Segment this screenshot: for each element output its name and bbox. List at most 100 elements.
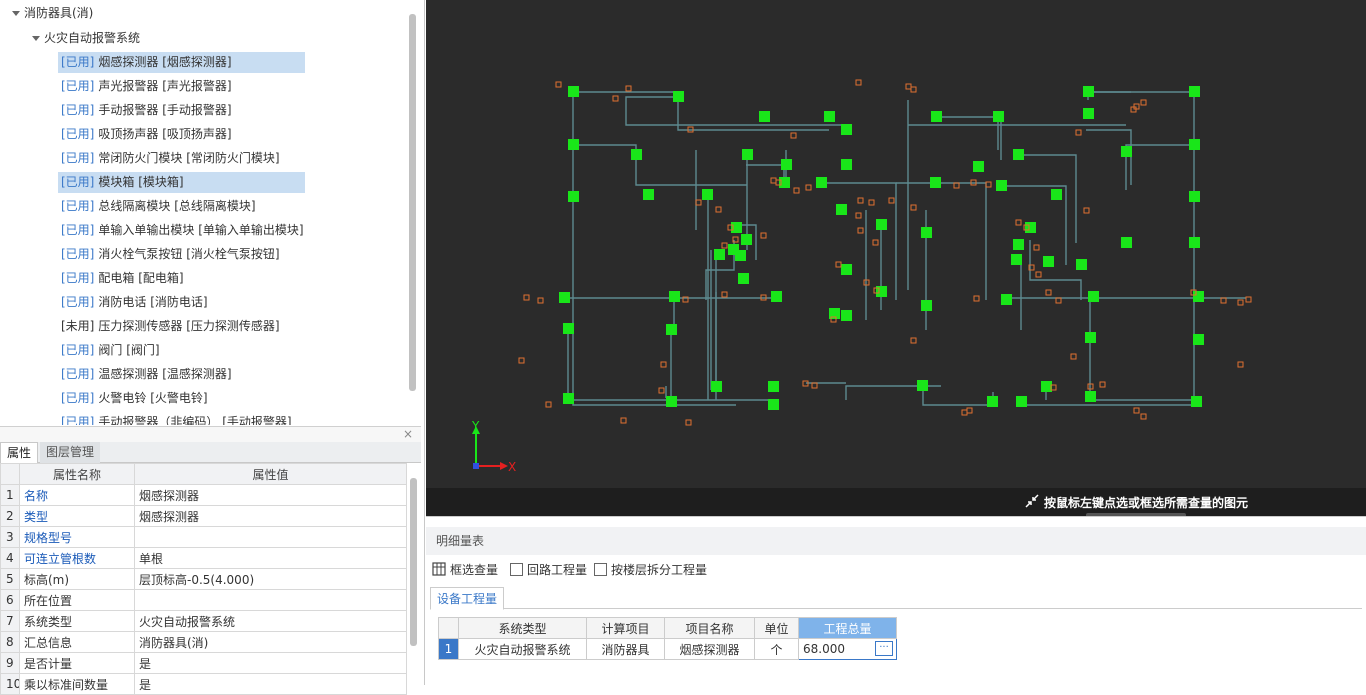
property-row[interactable]: 1 名称 烟感探测器	[0, 484, 407, 506]
property-row[interactable]: 9 是否计量是	[0, 652, 407, 674]
device-marker[interactable]	[1121, 237, 1132, 248]
device-marker[interactable]	[666, 324, 677, 335]
tree-item[interactable]: [已用] 阀门 [阀门]	[58, 340, 305, 361]
device-marker[interactable]	[836, 204, 847, 215]
device-marker[interactable]	[643, 189, 654, 200]
property-value[interactable]: 单根	[134, 547, 407, 569]
device-marker[interactable]	[1001, 294, 1012, 305]
tree-item[interactable]: [已用] 消防电话 [消防电话]	[58, 292, 305, 313]
property-value[interactable]: 烟感探测器	[134, 505, 407, 527]
tab-properties[interactable]: 属性	[0, 442, 39, 463]
tree-item[interactable]: [已用] 温感探测器 [温感探测器]	[58, 364, 305, 385]
property-value[interactable]: 是	[134, 652, 407, 674]
device-marker[interactable]	[1085, 332, 1096, 343]
device-marker[interactable]	[768, 381, 779, 392]
tree-item[interactable]: [已用] 单输入单输出模块 [单输入单输出模块]	[58, 220, 305, 241]
property-row[interactable]: 4 可连立管根数 单根	[0, 547, 407, 569]
quantity-header[interactable]: 工程总量	[798, 617, 897, 639]
device-marker[interactable]	[771, 291, 782, 302]
device-marker[interactable]	[1013, 149, 1024, 160]
panel-splitter[interactable]: ×	[0, 426, 421, 442]
tree-root[interactable]: 消防器具(消)	[12, 3, 93, 24]
device-marker[interactable]	[1189, 86, 1200, 97]
device-marker[interactable]	[841, 124, 852, 135]
device-marker[interactable]	[1016, 396, 1027, 407]
floor-split-checkbox[interactable]: 按楼层拆分工程量	[594, 561, 707, 579]
tree-system[interactable]: 火灾自动报警系统	[32, 28, 140, 49]
device-marker[interactable]	[1013, 239, 1024, 250]
device-marker[interactable]	[930, 177, 941, 188]
device-marker[interactable]	[921, 227, 932, 238]
device-marker[interactable]	[711, 381, 722, 392]
device-marker[interactable]	[666, 396, 677, 407]
property-row[interactable]: 7 系统类型 火灾自动报警系统	[0, 610, 407, 632]
tree-item[interactable]: [已用] 火警电铃 [火警电铃]	[58, 388, 305, 409]
property-row[interactable]: 5 标高(m) 层顶标高-0.5(4.000)	[0, 568, 407, 590]
device-marker[interactable]	[735, 250, 746, 261]
property-value[interactable]: 是	[134, 673, 407, 695]
device-marker[interactable]	[841, 264, 852, 275]
tree-item[interactable]: [已用] 声光报警器 [声光报警器]	[58, 76, 305, 97]
property-row[interactable]: 10乘以标准间数量是	[0, 673, 407, 695]
device-marker[interactable]	[1121, 146, 1132, 157]
device-marker[interactable]	[1041, 381, 1052, 392]
box-select-button[interactable]: 框选查量	[432, 561, 498, 579]
quantity-header[interactable]: 计算项目	[586, 617, 665, 639]
device-marker[interactable]	[824, 111, 835, 122]
device-marker[interactable]	[768, 399, 779, 410]
device-marker[interactable]	[1011, 254, 1022, 265]
tab-layer-manager[interactable]: 图层管理	[40, 442, 101, 463]
device-marker[interactable]	[931, 111, 942, 122]
quantity-header[interactable]: 项目名称	[664, 617, 755, 639]
property-row[interactable]: 2 类型 烟感探测器	[0, 505, 407, 527]
device-marker[interactable]	[1189, 139, 1200, 150]
device-marker[interactable]	[987, 396, 998, 407]
expand-caret-icon[interactable]	[12, 11, 20, 16]
device-marker[interactable]	[738, 273, 749, 284]
device-marker[interactable]	[1088, 291, 1099, 302]
tree-item[interactable]: [已用] 手动报警器 [手动报警器]	[58, 100, 305, 121]
expand-caret-icon[interactable]	[32, 36, 40, 41]
floor-plan-drawing[interactable]	[426, 0, 1366, 488]
tree-item[interactable]: [已用] 配电箱 [配电箱]	[58, 268, 305, 289]
device-marker[interactable]	[1076, 259, 1087, 270]
checkbox-box[interactable]	[594, 563, 607, 576]
device-marker[interactable]	[876, 219, 887, 230]
checkbox-box[interactable]	[510, 563, 523, 576]
device-marker[interactable]	[1083, 86, 1094, 97]
device-marker[interactable]	[816, 177, 827, 188]
device-marker[interactable]	[631, 149, 642, 160]
loop-quantity-checkbox[interactable]: 回路工程量	[510, 561, 587, 579]
device-marker[interactable]	[563, 393, 574, 404]
device-marker[interactable]	[993, 111, 1004, 122]
tree-item[interactable]: [已用] 消火栓气泵按钮 [消火栓气泵按钮]	[58, 244, 305, 265]
device-marker[interactable]	[973, 161, 984, 172]
device-marker[interactable]	[702, 189, 713, 200]
ellipsis-button[interactable]: ···	[875, 641, 893, 656]
device-marker[interactable]	[559, 292, 570, 303]
device-marker[interactable]	[1193, 334, 1204, 345]
property-row[interactable]: 3 规格型号	[0, 526, 407, 548]
property-row[interactable]: 8 汇总信息 消防器具(消)	[0, 631, 407, 653]
quantity-total-cell[interactable]: 68.000 ···	[798, 638, 897, 660]
device-marker[interactable]	[781, 159, 792, 170]
device-marker[interactable]	[568, 191, 579, 202]
tree-item[interactable]: [已用] 模块箱 [模块箱]	[58, 172, 305, 193]
device-marker[interactable]	[1043, 256, 1054, 267]
device-marker[interactable]	[921, 300, 932, 311]
tree-item[interactable]: [未用] 压力探测传感器 [压力探测传感器]	[58, 316, 305, 337]
device-marker[interactable]	[563, 323, 574, 334]
device-marker[interactable]	[917, 380, 928, 391]
quantity-row[interactable]: 1 火灾自动报警系统 消防器具 烟感探测器个 68.000 ···	[438, 638, 897, 660]
device-marker[interactable]	[996, 180, 1007, 191]
tree-item[interactable]: [已用] 手动报警器（非编码） [手动报警器]	[58, 412, 305, 425]
tree-item[interactable]: [已用] 吸顶扬声器 [吸顶扬声器]	[58, 124, 305, 145]
device-marker[interactable]	[841, 310, 852, 321]
device-marker[interactable]	[841, 159, 852, 170]
device-marker[interactable]	[568, 139, 579, 150]
property-value[interactable]: 火灾自动报警系统	[134, 610, 407, 632]
tree-item[interactable]: [已用] 常闭防火门模块 [常闭防火门模块]	[58, 148, 305, 169]
tree-item[interactable]: [已用] 烟感探测器 [烟感探测器]	[58, 52, 305, 73]
device-marker[interactable]	[1085, 391, 1096, 402]
property-scrollbar[interactable]	[410, 478, 417, 646]
